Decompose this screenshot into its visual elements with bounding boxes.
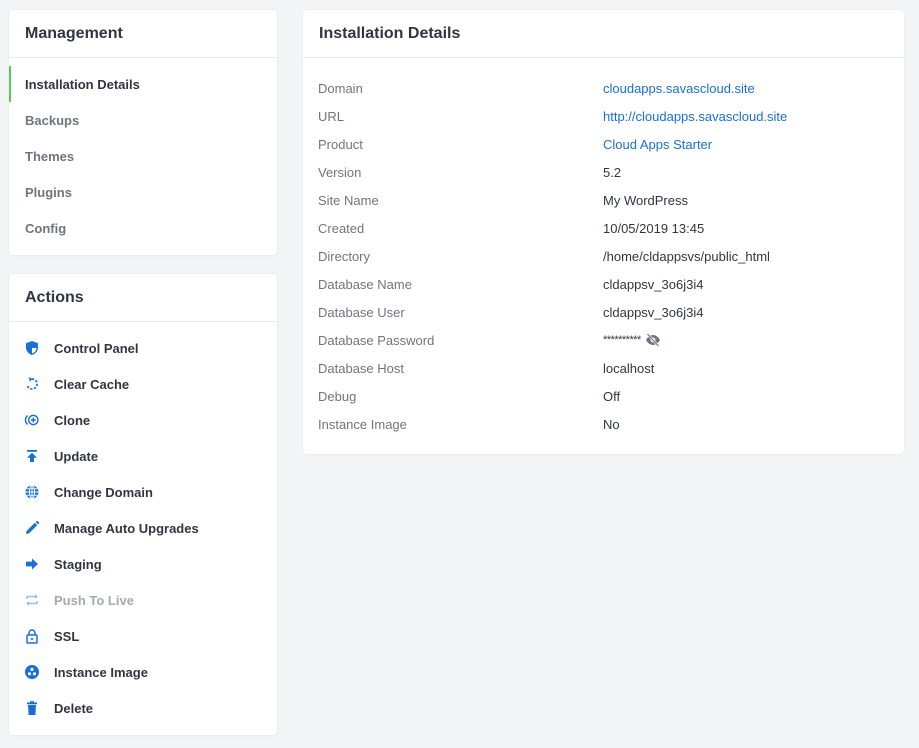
nav-config[interactable]: Config (9, 210, 277, 246)
detail-row-database-name: Database Name cldappsv_3o6j3i4 (318, 270, 904, 298)
pencil-icon (23, 519, 41, 537)
globe-icon (23, 483, 41, 501)
action-clear-cache[interactable]: Clear Cache (9, 366, 277, 402)
password-value: ********** (603, 333, 661, 347)
action-label: Update (54, 448, 99, 464)
actions-title: Actions (9, 274, 277, 322)
domain-link[interactable]: cloudapps.savascloud.site (603, 81, 755, 96)
detail-label: Database User (318, 304, 405, 320)
installation-details-panel: Installation Details Domain cloudapps.sa… (303, 10, 904, 454)
detail-label: Product (318, 136, 363, 152)
nav-themes[interactable]: Themes (9, 138, 277, 174)
action-label: Clone (54, 412, 91, 428)
action-delete[interactable]: Delete (9, 690, 277, 726)
shield-icon (23, 339, 41, 357)
detail-value: My WordPress (603, 192, 688, 208)
detail-row-directory: Directory /home/cldappsvs/public_html (318, 242, 904, 270)
detail-row-database-user: Database User cldappsv_3o6j3i4 (318, 298, 904, 326)
action-update[interactable]: Update (9, 438, 277, 474)
action-label: Push To Live (54, 592, 134, 608)
detail-label: Site Name (318, 192, 379, 208)
action-label: Staging (54, 556, 102, 572)
product-link[interactable]: Cloud Apps Starter (603, 137, 712, 152)
detail-value: No (603, 416, 620, 432)
detail-value: Off (603, 388, 621, 404)
url-link[interactable]: http://cloudapps.savascloud.site (603, 109, 787, 124)
nav-backups[interactable]: Backups (9, 102, 277, 138)
eye-slash-icon[interactable] (645, 333, 661, 347)
lock-icon (23, 627, 41, 645)
action-clone[interactable]: Clone (9, 402, 277, 438)
management-nav: Installation Details Backups Themes Plug… (9, 58, 277, 246)
action-staging[interactable]: Staging (9, 546, 277, 582)
detail-row-database-password: Database Password ********** (318, 326, 904, 354)
detail-value: 10/05/2019 13:45 (603, 220, 705, 236)
trash-icon (23, 699, 41, 717)
detail-label: Database Name (318, 276, 412, 292)
detail-row-version: Version 5.2 (318, 158, 904, 186)
detail-row-url: URL http://cloudapps.savascloud.site (318, 102, 904, 130)
detail-row-debug: Debug Off (318, 382, 904, 410)
nav-plugins[interactable]: Plugins (9, 174, 277, 210)
detail-row-instance-image: Instance Image No (318, 410, 904, 438)
clone-plus-icon (23, 411, 41, 429)
nav-installation-details[interactable]: Installation Details (9, 66, 277, 102)
detail-value: /home/cldappsvs/public_html (603, 248, 770, 264)
detail-label: Instance Image (318, 416, 407, 432)
arrow-right-icon (23, 555, 41, 573)
action-label: Instance Image (54, 664, 148, 680)
details-title: Installation Details (303, 10, 904, 58)
detail-value: cldappsv_3o6j3i4 (603, 276, 704, 292)
detail-row-domain: Domain cloudapps.savascloud.site (318, 74, 904, 102)
action-label: SSL (54, 628, 80, 644)
repeat-icon (23, 591, 41, 609)
upload-icon (23, 447, 41, 465)
detail-value: 5.2 (603, 164, 622, 180)
refresh-dashed-icon (23, 375, 41, 393)
action-label: Delete (54, 700, 94, 716)
action-push-to-live: Push To Live (9, 582, 277, 618)
action-label: Clear Cache (54, 376, 130, 392)
action-label: Change Domain (54, 484, 153, 500)
detail-row-site-name: Site Name My WordPress (318, 186, 904, 214)
action-ssl[interactable]: SSL (9, 618, 277, 654)
detail-row-created: Created 10/05/2019 13:45 (318, 214, 904, 242)
detail-label: Version (318, 164, 362, 180)
management-title: Management (9, 10, 277, 58)
detail-label: Database Host (318, 360, 404, 376)
detail-label: Debug (318, 388, 357, 404)
instance-image-icon (23, 663, 41, 681)
action-control-panel[interactable]: Control Panel (9, 330, 277, 366)
detail-row-product: Product Cloud Apps Starter (318, 130, 904, 158)
detail-label: Directory (318, 248, 371, 264)
actions-list: Control Panel Clear Cache Clone Update C (9, 322, 277, 726)
detail-row-database-host: Database Host localhost (318, 354, 904, 382)
management-panel: Management Installation Details Backups … (9, 10, 277, 255)
actions-panel: Actions Control Panel Clear Cache Clone … (9, 274, 277, 735)
detail-label: Created (318, 220, 365, 236)
masked-password: ********** (603, 334, 641, 346)
action-label: Control Panel (54, 340, 139, 356)
action-manage-auto-upgrades[interactable]: Manage Auto Upgrades (9, 510, 277, 546)
detail-label: Database Password (318, 332, 435, 348)
detail-value: localhost (603, 360, 655, 376)
detail-label: URL (318, 108, 345, 124)
action-instance-image[interactable]: Instance Image (9, 654, 277, 690)
detail-value: cldappsv_3o6j3i4 (603, 304, 704, 320)
action-label: Manage Auto Upgrades (54, 520, 199, 536)
detail-label: Domain (318, 80, 363, 96)
action-change-domain[interactable]: Change Domain (9, 474, 277, 510)
details-list: Domain cloudapps.savascloud.site URL htt… (303, 58, 904, 438)
